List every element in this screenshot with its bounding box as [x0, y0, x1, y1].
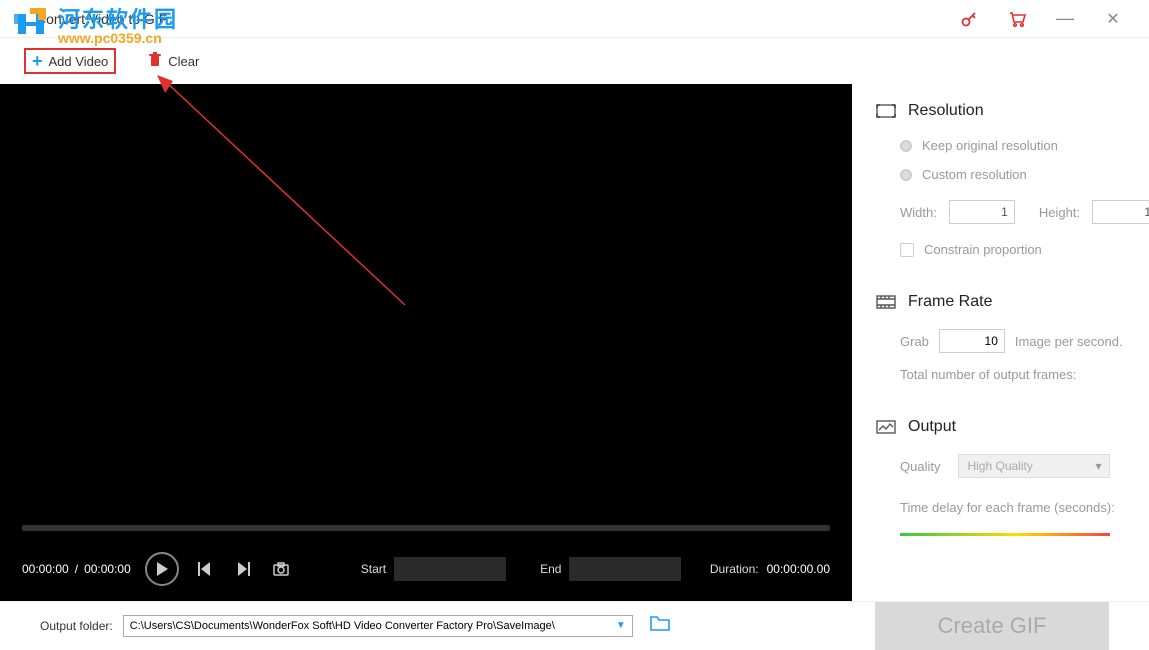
radio-icon: [900, 140, 912, 152]
constrain-proportion-option[interactable]: Constrain proportion: [900, 242, 1125, 257]
clear-button[interactable]: Clear: [148, 52, 199, 71]
trash-icon: [148, 52, 162, 71]
delay-slider[interactable]: [900, 533, 1110, 536]
settings-panel: Resolution Keep original resolution Cust…: [852, 84, 1149, 601]
add-video-label: Add Video: [49, 54, 109, 69]
time-display: 00:00:00 / 00:00:00: [22, 562, 131, 576]
framerate-section: Frame Rate Grab Image per second. Total …: [876, 293, 1125, 382]
output-section: Output Quality High Quality ▾ Time delay…: [876, 418, 1125, 536]
chevron-down-icon: ▾: [1095, 459, 1101, 473]
output-title: Output: [908, 418, 956, 436]
play-button[interactable]: [145, 552, 179, 586]
framerate-icon: [876, 294, 896, 310]
video-preview[interactable]: [0, 84, 852, 517]
duration-value: 00:00:00.00: [767, 562, 830, 576]
radio-icon: [900, 169, 912, 181]
current-time: 00:00:00: [22, 562, 69, 576]
create-gif-button[interactable]: Create GIF: [875, 602, 1109, 650]
video-controls: 00:00:00 / 00:00:00 Start End: [0, 537, 852, 601]
close-button[interactable]: ✕: [1089, 0, 1137, 38]
total-time: 00:00:00: [84, 562, 131, 576]
quality-label: Quality: [900, 459, 940, 474]
dropdown-arrow-icon: ▼: [616, 620, 626, 631]
cart-button[interactable]: [993, 0, 1041, 38]
custom-resolution-option[interactable]: Custom resolution: [900, 167, 1125, 182]
delay-label: Time delay for each frame (seconds):: [900, 500, 1125, 515]
end-input[interactable]: [569, 557, 681, 581]
duration-label: Duration:: [710, 562, 759, 576]
output-folder-label: Output folder:: [40, 619, 113, 633]
output-folder-input[interactable]: C:\Users\CS\Documents\WonderFox Soft\HD …: [123, 615, 633, 637]
checkbox-icon: [900, 243, 914, 257]
app-icon: [12, 11, 28, 27]
width-label: Width:: [900, 205, 937, 220]
register-key-button[interactable]: [945, 0, 993, 38]
timeline-scrubber[interactable]: [22, 525, 830, 531]
next-frame-button[interactable]: [231, 557, 255, 581]
keep-original-option[interactable]: Keep original resolution: [900, 138, 1125, 153]
titlebar: Convert Video to GIF — ✕: [0, 0, 1149, 38]
height-input[interactable]: [1092, 200, 1149, 224]
framerate-title: Frame Rate: [908, 293, 992, 311]
video-panel: 00:00:00 / 00:00:00 Start End: [0, 84, 852, 601]
height-label: Height:: [1039, 205, 1080, 220]
quality-select[interactable]: High Quality ▾: [958, 454, 1110, 478]
browse-folder-button[interactable]: [649, 614, 671, 637]
start-input[interactable]: [394, 557, 506, 581]
grab-label: Grab: [900, 334, 929, 349]
prev-frame-button[interactable]: [193, 557, 217, 581]
width-input[interactable]: [949, 200, 1015, 224]
resolution-icon: [876, 103, 896, 119]
resolution-section: Resolution Keep original resolution Cust…: [876, 102, 1125, 257]
clear-label: Clear: [168, 54, 199, 69]
resolution-title: Resolution: [908, 102, 984, 120]
footer: Output folder: C:\Users\CS\Documents\Won…: [0, 601, 1149, 649]
grab-suffix: Image per second.: [1015, 334, 1123, 349]
end-label: End: [540, 562, 561, 576]
toolbar: + Add Video Clear: [0, 38, 1149, 84]
app-title: Convert Video to GIF: [36, 11, 167, 27]
total-frames-label: Total number of output frames:: [900, 367, 1125, 382]
minimize-button[interactable]: —: [1041, 0, 1089, 38]
grab-input[interactable]: [939, 329, 1005, 353]
start-label: Start: [361, 562, 386, 576]
snapshot-button[interactable]: [269, 557, 293, 581]
output-icon: [876, 419, 896, 435]
plus-icon: +: [32, 52, 43, 70]
add-video-button[interactable]: + Add Video: [24, 48, 116, 74]
